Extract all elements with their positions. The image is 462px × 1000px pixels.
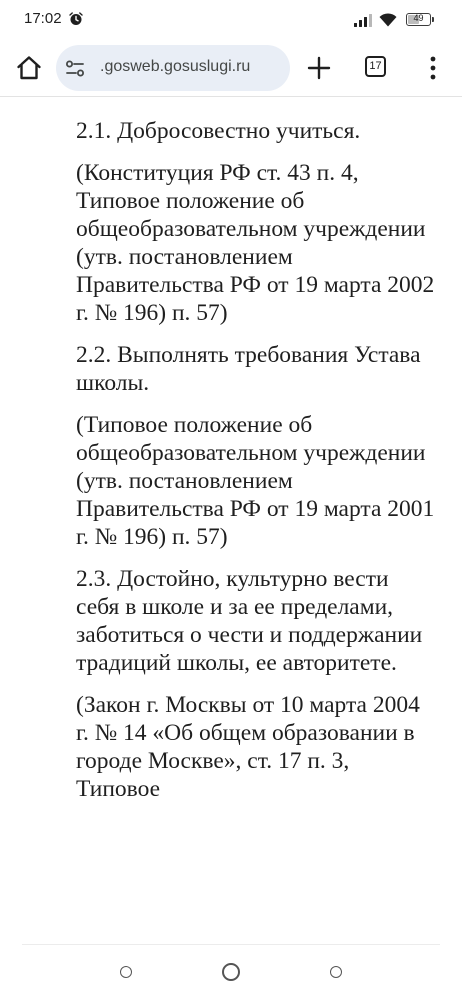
home-icon[interactable]	[15, 54, 43, 82]
article-body: 2.1. Добросовестно учиться. (Конституция…	[76, 117, 436, 817]
battery-level: 49	[413, 13, 424, 23]
status-bar: 17:02 49	[0, 0, 462, 40]
tab-switcher-button[interactable]: 17	[365, 56, 386, 77]
recent-apps-button[interactable]	[120, 966, 132, 978]
paragraph-2-2: 2.2. Выполнять требования Устава школы.	[76, 342, 421, 396]
browser-toolbar: .gosweb.gosuslugi.ru 17	[0, 40, 462, 96]
nav-home-button[interactable]	[222, 963, 240, 981]
wifi-icon	[379, 13, 397, 27]
paragraph-2-3-reference: (Закон г. Москвы от 10 марта 2004 г. № 1…	[76, 692, 420, 802]
signal-icon	[354, 14, 372, 27]
page-content[interactable]: 2.1. Добросовестно учиться. (Конституция…	[0, 97, 462, 944]
battery-icon: 49	[406, 13, 434, 26]
status-time: 17:02	[24, 10, 62, 27]
paragraph-2-3: 2.3. Достойно, культурно вести себя в шк…	[76, 566, 423, 676]
system-nav-bar	[0, 945, 462, 1000]
plus-icon[interactable]	[306, 55, 332, 81]
site-settings-icon[interactable]	[65, 60, 85, 77]
alarm-icon	[69, 12, 83, 25]
paragraph-2-1-reference: (Конституция РФ ст. 43 п. 4, Типовое пол…	[76, 160, 435, 326]
back-button[interactable]	[330, 966, 342, 978]
paragraph-2-1: 2.1. Добросовестно учиться.	[76, 118, 361, 144]
paragraph-2-2-reference: (Типовое положение об общеобразовательно…	[76, 412, 435, 550]
more-vertical-icon[interactable]	[425, 55, 441, 81]
url-bar[interactable]: .gosweb.gosuslugi.ru	[56, 45, 290, 91]
url-text[interactable]: .gosweb.gosuslugi.ru	[100, 58, 250, 76]
